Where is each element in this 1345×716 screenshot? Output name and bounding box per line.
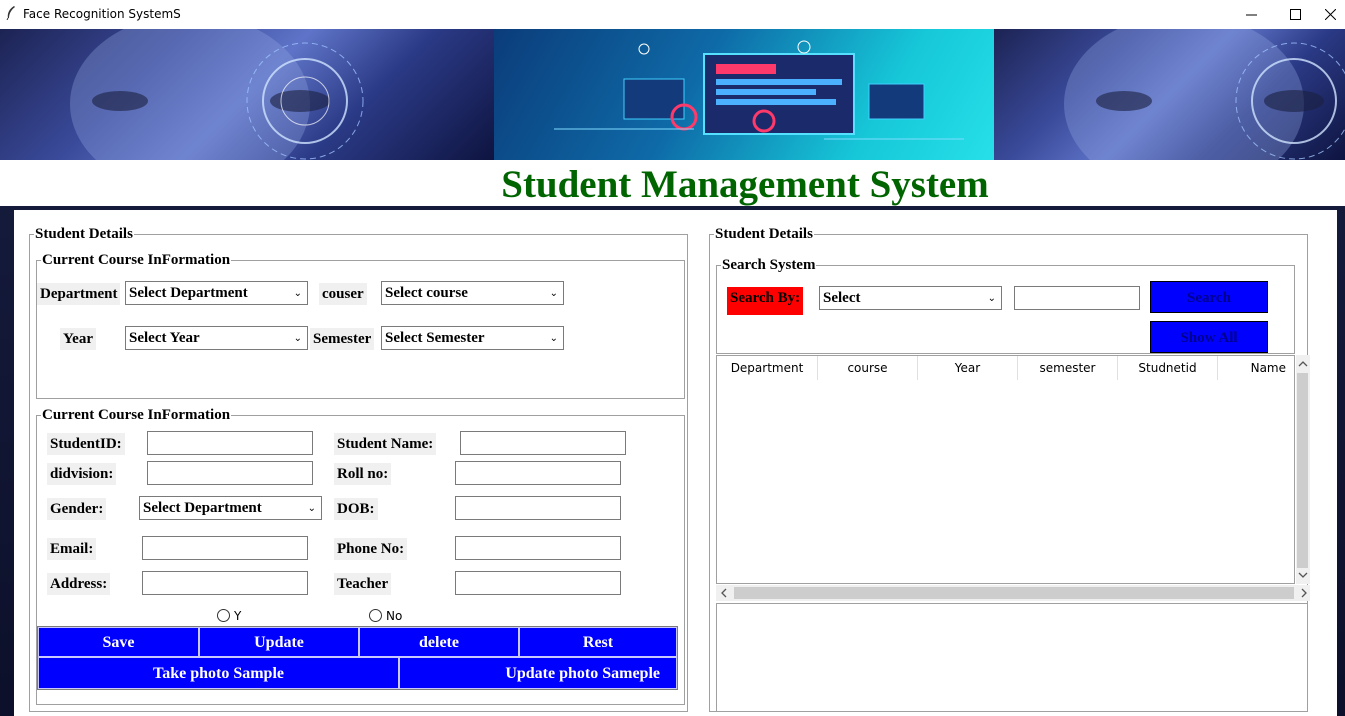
chevron-down-icon: ⌄ [549, 288, 558, 299]
semester-select-value: Select Semester [385, 330, 485, 346]
banner-image-center [494, 29, 994, 160]
division-input[interactable] [147, 461, 313, 485]
banner-image-left [0, 29, 494, 160]
right-frame-title: Student Details [714, 226, 814, 242]
chevron-down-icon: ⌄ [293, 288, 302, 299]
department-select-value: Select Department [129, 285, 248, 301]
phone-input[interactable] [455, 536, 621, 560]
student-info-title: Current Course InFormation [41, 407, 232, 423]
course-select-value: Select course [385, 285, 468, 301]
radio-no[interactable]: No [369, 609, 402, 623]
radio-circle-icon [369, 609, 382, 622]
gender-select-value: Select Department [143, 500, 262, 516]
scroll-right-icon[interactable] [1300, 588, 1308, 598]
horizontal-scrollbar-thumb[interactable] [734, 587, 1294, 599]
radio-yes-label: Y [234, 609, 242, 623]
semester-select[interactable]: Select Semester ⌄ [381, 326, 564, 350]
banner-image-right [994, 29, 1345, 160]
student-table: Department course Year semester Studneti… [716, 355, 1295, 584]
chevron-down-icon: ⌄ [307, 503, 316, 514]
year-select-value: Select Year [129, 330, 200, 346]
year-label: Year [60, 328, 96, 350]
technology-dashboard-illustration [554, 40, 964, 140]
chevron-down-icon: ⌄ [293, 333, 302, 344]
table-header-name[interactable]: Name [1218, 356, 1295, 380]
face-scan-illustration [70, 29, 364, 160]
close-icon [1325, 9, 1336, 20]
maximize-icon [1289, 9, 1301, 20]
delete-button[interactable]: delete [359, 627, 519, 657]
course-info-title: Current Course InFormation [41, 252, 232, 268]
minimize-button[interactable] [1228, 0, 1274, 29]
division-label: didvision: [47, 463, 117, 485]
student-id-input[interactable] [147, 431, 313, 455]
search-button[interactable]: Search [1150, 281, 1268, 313]
table-header-year[interactable]: Year [918, 356, 1018, 380]
radio-circle-icon [217, 609, 230, 622]
dob-input[interactable] [455, 496, 621, 520]
gender-select[interactable]: Select Department ⌄ [139, 496, 322, 520]
course-select[interactable]: Select course ⌄ [381, 281, 564, 305]
vertical-scrollbar[interactable] [1296, 355, 1310, 584]
take-photo-sample-button[interactable]: Take photo Sample [38, 657, 399, 689]
department-select[interactable]: Select Department ⌄ [125, 281, 308, 305]
chevron-down-icon: ⌄ [549, 333, 558, 344]
search-input[interactable] [1014, 286, 1140, 310]
horizontal-scrollbar[interactable] [716, 585, 1310, 601]
update-photo-sample-button[interactable]: Update photo Sameple [399, 657, 677, 689]
window-title: Face Recognition SystemS [23, 7, 181, 21]
detail-area [716, 603, 1308, 712]
search-by-select[interactable]: Select ⌄ [819, 286, 1002, 310]
roll-no-input[interactable] [455, 461, 621, 485]
teacher-input[interactable] [455, 571, 621, 595]
left-frame-title: Student Details [34, 226, 134, 242]
teacher-label: Teacher [334, 573, 392, 595]
scroll-left-icon[interactable] [720, 588, 728, 598]
scroll-up-icon[interactable] [1298, 360, 1308, 368]
table-header-department[interactable]: Department [717, 356, 818, 380]
student-name-input[interactable] [460, 431, 626, 455]
chevron-down-icon: ⌄ [987, 293, 996, 304]
address-input[interactable] [142, 571, 308, 595]
search-by-label: Search By: [727, 287, 804, 315]
gender-label: Gender: [47, 498, 107, 520]
roll-no-label: Roll no: [334, 463, 392, 485]
vertical-scrollbar-thumb[interactable] [1297, 373, 1308, 568]
semester-label: Semester [310, 328, 375, 350]
student-id-label: StudentID: [47, 433, 125, 455]
feather-icon [6, 6, 15, 20]
minimize-icon [1245, 14, 1257, 16]
radio-no-label: No [386, 609, 403, 623]
show-all-button[interactable]: Show All [1150, 321, 1268, 353]
scroll-down-icon[interactable] [1298, 571, 1308, 579]
table-header-course[interactable]: course [818, 356, 918, 380]
phone-label: Phone No: [334, 538, 408, 560]
email-input[interactable] [142, 536, 308, 560]
email-label: Email: [47, 538, 97, 560]
address-label: Address: [47, 573, 111, 595]
dob-label: DOB: [334, 498, 378, 520]
face-scan-illustration [1064, 29, 1345, 160]
radio-yes[interactable]: Y [217, 609, 241, 623]
page-title: Student Management System [501, 163, 989, 206]
student-name-label: Student Name: [334, 433, 437, 455]
search-by-select-value: Select [823, 290, 861, 306]
course-label: couser [319, 283, 367, 305]
search-system-title: Search System [721, 257, 817, 273]
department-label: Department [37, 283, 121, 305]
close-button[interactable] [1316, 0, 1345, 29]
year-select[interactable]: Select Year ⌄ [125, 326, 308, 350]
update-button[interactable]: Update [199, 627, 359, 657]
save-button[interactable]: Save [38, 627, 199, 657]
table-header-semester[interactable]: semester [1018, 356, 1118, 380]
window-title-bar: Face Recognition SystemS [0, 0, 1345, 29]
table-header-studnetid[interactable]: Studnetid [1118, 356, 1218, 380]
maximize-button[interactable] [1272, 0, 1318, 29]
reset-button[interactable]: Rest [519, 627, 677, 657]
